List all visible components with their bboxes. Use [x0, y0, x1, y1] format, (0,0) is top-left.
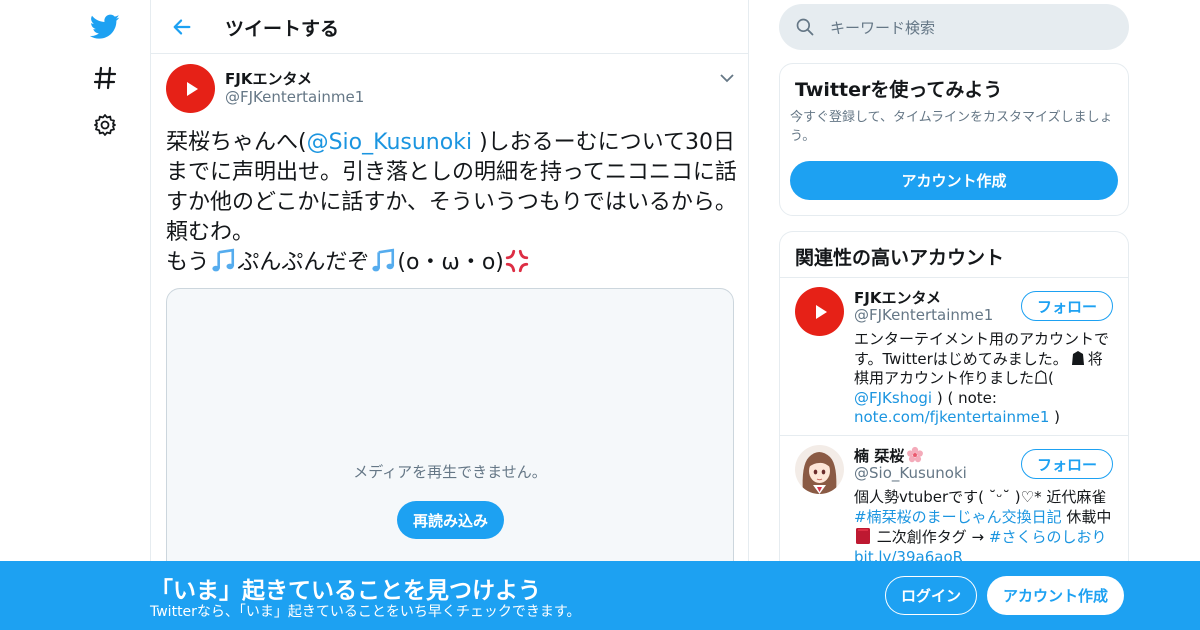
- bio-text: 休載中: [1061, 507, 1112, 526]
- bio-text: (: [1048, 369, 1054, 387]
- bio-mention-link[interactable]: @FJKshogi: [854, 389, 932, 407]
- signup-card: Twitterを使ってみよう 今すぐ登録して、タイムラインをカスタマイズしましょ…: [779, 63, 1129, 216]
- shogi-piece-emoji-icon: [1068, 350, 1088, 368]
- bio-text: 個人勢vtuberです( ˘ᵕ˘ )♡* 近代麻雀: [854, 488, 1107, 506]
- account-avatar[interactable]: [795, 445, 844, 494]
- back-arrow-icon[interactable]: [167, 12, 197, 42]
- create-account-button[interactable]: アカウント作成: [790, 161, 1118, 200]
- author-name[interactable]: FJKエンタメ: [225, 68, 312, 89]
- bio-hashtag-link[interactable]: #さくらのしおり: [989, 528, 1107, 546]
- tweet-column: ツイートする FJKエンタメ @FJKentertainme1 栞桜ちゃんへ(@…: [150, 0, 749, 630]
- signup-banner: 「いま」起きていることを見つけよう Twitterなら、「いま」起きていることを…: [0, 561, 1200, 630]
- settings-gear-icon[interactable]: [86, 106, 124, 144]
- author-handle[interactable]: @FJKentertainme1: [225, 88, 364, 106]
- anger-symbol-emoji-icon: [504, 249, 530, 275]
- tweet-text-part: (o・ω・o): [397, 250, 504, 275]
- play-icon: [815, 304, 827, 319]
- search-input[interactable]: キーワード検索: [830, 17, 935, 38]
- account-avatar[interactable]: [795, 287, 844, 336]
- media-player[interactable]: メディアを再生できません。 再読み込み: [166, 288, 734, 578]
- bio-text: 二次創作タグ →: [872, 528, 989, 546]
- signup-card-description: 今すぐ登録して、タイムラインをカスタマイズしましょう。: [790, 110, 1113, 144]
- bio-url-link[interactable]: note.com/fjkentertainme1: [854, 408, 1049, 426]
- account-name[interactable]: FJKエンタメ: [854, 287, 941, 308]
- twitter-logo-icon[interactable]: [86, 8, 124, 46]
- banner-subtitle: Twitterなら、「いま」起きていることをいち早くチェックできます。: [150, 604, 581, 620]
- banner-title: 「いま」起きていることを見つけよう: [150, 578, 541, 604]
- shogi-piece-outline-emoji-icon: [1034, 369, 1048, 387]
- chevron-down-icon[interactable]: [717, 68, 737, 88]
- tweet-text-part: ぷんぷんだぞ: [237, 250, 370, 275]
- tweet-text-part: 栞桜ちゃんへ(: [166, 130, 307, 155]
- login-button[interactable]: ログイン: [885, 576, 977, 615]
- play-icon: [186, 81, 198, 96]
- signup-card-title: Twitterを使ってみよう: [795, 79, 1003, 101]
- bio-hashtag-link[interactable]: #楠栞桜のまーじゃん交換日記: [854, 508, 1062, 526]
- tweet-text-part: もう: [166, 250, 210, 275]
- follow-button[interactable]: フォロー: [1021, 449, 1113, 479]
- account-handle[interactable]: @Sio_Kusunoki: [854, 464, 967, 482]
- cherry-blossom-emoji-icon: [904, 446, 924, 465]
- account-handle[interactable]: @FJKentertainme1: [854, 306, 993, 324]
- account-bio: エンターテイメント用のアカウントです。Twitterはじめてみました。 将棋用アカ…: [854, 330, 1116, 428]
- left-nav: [80, 0, 130, 630]
- bio-text: ): [1049, 408, 1061, 426]
- signup-button[interactable]: アカウント作成: [987, 576, 1124, 615]
- music-note-emoji-icon: [369, 248, 397, 275]
- search-box[interactable]: キーワード検索: [779, 4, 1129, 50]
- search-icon: [796, 18, 814, 36]
- media-error-message: メディアを再生できません。: [353, 463, 547, 481]
- explore-hashtag-icon[interactable]: [86, 59, 124, 97]
- tweet-header: ツイートする: [151, 0, 748, 54]
- bio-text: ) ( note:: [932, 388, 997, 407]
- account-name-text: 楠 栞桜: [854, 447, 905, 465]
- account-name[interactable]: 楠 栞桜: [854, 445, 924, 466]
- related-account-item[interactable]: FJKエンタメ @FJKentertainme1 フォロー エンターテイメント用…: [780, 277, 1128, 435]
- music-note-emoji-icon: [209, 248, 237, 275]
- related-accounts-title: 関連性の高いアカウント: [795, 247, 1005, 269]
- account-bio: 個人勢vtuberです( ˘ᵕ˘ )♡* 近代麻雀 #楠栞桜のまーじゃん交換日記…: [854, 488, 1116, 567]
- tweet-text: 栞桜ちゃんへ(@Sio_Kusunoki )しおるーむについて30日までに声明出…: [166, 128, 738, 278]
- author-avatar[interactable]: [166, 64, 215, 113]
- closed-book-emoji-icon: [854, 528, 872, 546]
- follow-button[interactable]: フォロー: [1021, 291, 1113, 321]
- mention-link[interactable]: @Sio_Kusunoki: [307, 130, 472, 155]
- page-title: ツイートする: [225, 18, 340, 40]
- reload-button[interactable]: 再読み込み: [397, 501, 504, 539]
